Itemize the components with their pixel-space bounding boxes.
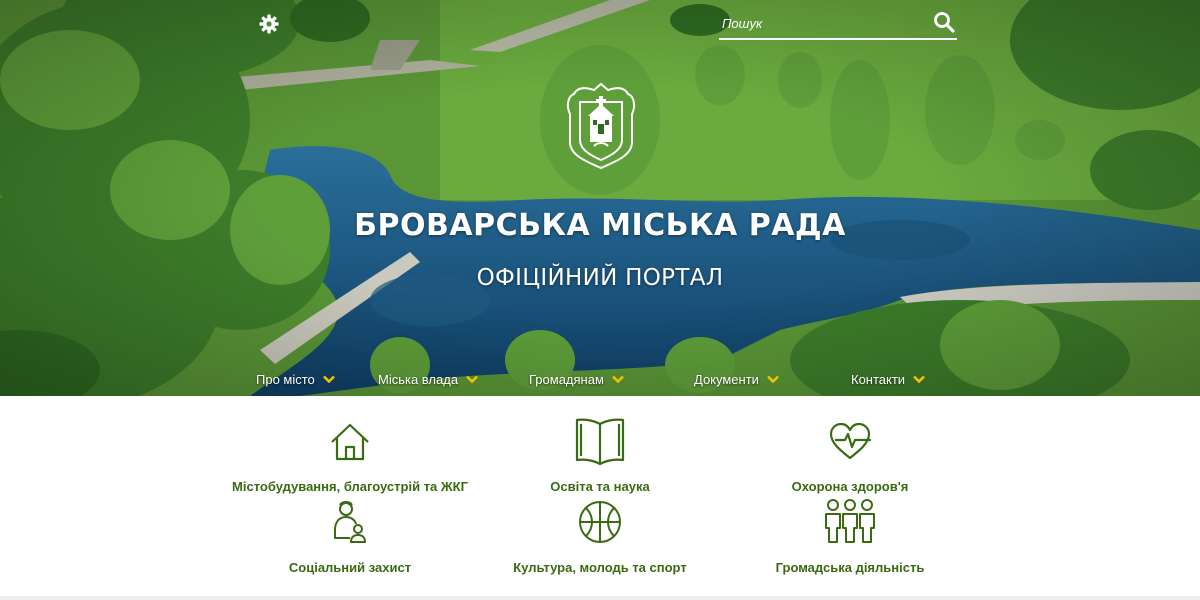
park-background-image — [0, 0, 1200, 396]
page-subtitle: ОФІЦІЙНИЙ ПОРТАЛ — [476, 265, 724, 291]
category-healthcare[interactable]: Охорона здоров'я — [700, 422, 1000, 494]
chevron-down-icon — [466, 375, 478, 383]
page-title: БРОВАРСЬКА МІСЬКА РАДА — [354, 208, 846, 243]
footer-divider — [0, 596, 1200, 600]
chevron-down-icon — [767, 375, 779, 383]
house-icon — [331, 423, 369, 461]
basketball-icon — [579, 501, 621, 543]
nav-item-about-city[interactable]: Про місто — [256, 369, 335, 389]
category-civic-activity[interactable]: Громадська діяльність — [700, 498, 1000, 575]
category-label: Громадська діяльність — [775, 560, 925, 575]
nav-item-city-government[interactable]: Міська влада — [378, 369, 478, 389]
heart-pulse-icon — [829, 422, 872, 460]
category-label: Охорона здоров'я — [791, 479, 909, 494]
chevron-down-icon — [322, 375, 335, 383]
nav-item-label: Про місто — [256, 371, 315, 387]
city-emblem[interactable] — [554, 76, 648, 170]
category-grid: Містобудування, благоустрій та ЖКГ Освіт… — [0, 396, 1200, 596]
nav-item-label: Контакти — [851, 371, 906, 387]
search-input[interactable] — [722, 14, 922, 32]
search-icon[interactable] — [933, 11, 955, 33]
chevron-down-icon — [913, 375, 925, 383]
nav-item-label: Документи — [694, 371, 759, 387]
nav-item-contacts[interactable]: Контакти — [851, 369, 925, 389]
book-icon — [575, 418, 625, 466]
main-nav: Про місто Міська влада Громадянам Докуме… — [0, 369, 1200, 389]
nav-item-label: Громадянам — [529, 371, 604, 387]
hero-banner: БРОВАРСЬКА МІСЬКА РАДА ОФІЦІЙНИЙ ПОРТАЛ … — [0, 0, 1200, 396]
gear-icon[interactable] — [259, 14, 279, 34]
search-bar — [719, 8, 957, 40]
people-icon — [825, 499, 875, 543]
nav-item-documents[interactable]: Документи — [694, 369, 779, 389]
social-care-icon — [334, 501, 366, 543]
chevron-down-icon — [612, 375, 624, 383]
nav-item-for-citizens[interactable]: Громадянам — [529, 369, 624, 389]
nav-item-label: Міська влада — [378, 371, 459, 387]
